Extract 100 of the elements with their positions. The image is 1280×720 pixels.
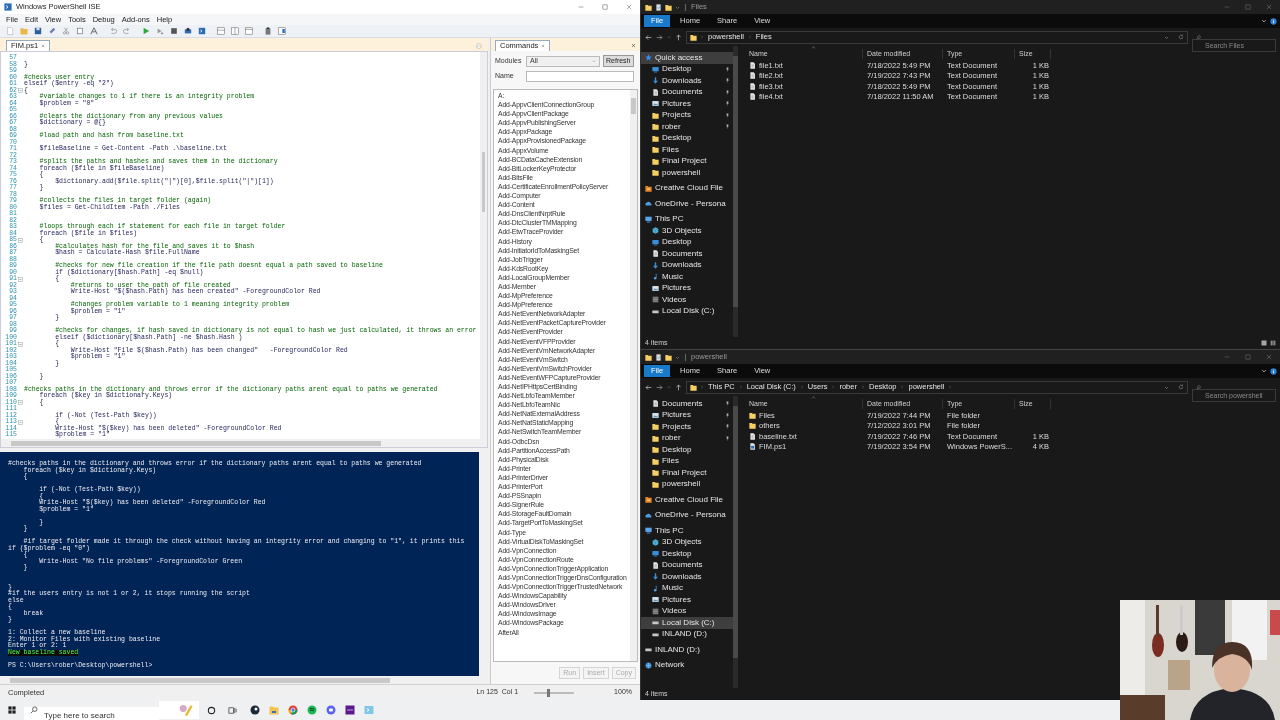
caret-icon[interactable] (1164, 384, 1169, 390)
nav-item[interactable]: INLAND (D:) (641, 628, 733, 640)
copy-icon[interactable] (76, 27, 84, 35)
details-view-icon[interactable] (1261, 340, 1267, 346)
nav-item[interactable]: Pictures (641, 594, 733, 606)
open-folder-icon[interactable] (20, 27, 28, 35)
close-icon[interactable] (1266, 4, 1272, 10)
nav-item[interactable]: Projects (641, 109, 733, 121)
nav-item[interactable]: Music (641, 582, 733, 594)
nav-item[interactable]: OneDrive - Persona (641, 509, 733, 521)
nav-item[interactable]: Desktop (641, 63, 733, 75)
nav-item[interactable]: Videos (641, 294, 733, 306)
collapse-icon[interactable] (18, 88, 23, 94)
collapse-icon[interactable] (18, 276, 23, 282)
nav-item[interactable]: Downloads (641, 571, 733, 583)
folder-icon[interactable] (645, 353, 652, 361)
nav-item[interactable]: Creative Cloud File (641, 182, 733, 194)
scrollbar[interactable] (733, 396, 738, 688)
nav-item[interactable]: Quick access (641, 52, 733, 64)
nav-item[interactable]: Local Disk (C:) (641, 617, 733, 629)
nav-item[interactable]: rober (641, 121, 733, 133)
scrollbar[interactable] (1, 439, 487, 447)
cut-icon[interactable] (62, 27, 70, 35)
zoom-slider[interactable] (534, 688, 575, 697)
nav-item[interactable]: Network (641, 659, 733, 671)
scrollbar[interactable] (733, 46, 738, 337)
taskbar-search-field[interactable]: Type here to search (24, 706, 159, 720)
run-selection-icon[interactable] (156, 27, 164, 35)
console-icon[interactable] (198, 27, 206, 35)
layout-icon[interactable] (231, 27, 239, 35)
brush-icon[interactable] (48, 27, 56, 35)
chevron-icon[interactable] (1261, 18, 1267, 24)
scrollbar[interactable] (0, 676, 488, 684)
collapse-icon[interactable] (18, 237, 23, 243)
run-icon[interactable] (142, 27, 150, 35)
scrollbar[interactable] (480, 52, 487, 439)
help-icon[interactable] (1270, 17, 1277, 25)
undo-icon[interactable] (109, 27, 117, 35)
back-arrow-icon[interactable] (645, 383, 652, 391)
remote-icon[interactable] (184, 27, 192, 35)
help-icon[interactable] (1270, 367, 1277, 375)
nav-item[interactable]: Pictures (641, 282, 733, 294)
panel-icon[interactable] (278, 27, 286, 35)
nav-item[interactable]: Pictures (641, 98, 733, 110)
folder-icon[interactable] (665, 3, 672, 11)
name-field[interactable] (526, 71, 634, 82)
nav-item[interactable]: Downloads (641, 259, 733, 271)
caret-icon[interactable] (1164, 34, 1169, 40)
nav-item[interactable]: Desktop (641, 548, 733, 560)
circle-icon[interactable] (207, 705, 216, 715)
chevron-icon[interactable] (1261, 368, 1267, 374)
nav-item[interactable]: rober (641, 432, 733, 444)
collapse-icon[interactable] (18, 419, 23, 425)
document-icon[interactable] (655, 353, 662, 361)
close-icon[interactable] (626, 4, 632, 10)
nav-item[interactable]: powershell (641, 167, 733, 179)
layout-icon[interactable] (217, 27, 225, 35)
task-view-icon[interactable] (228, 705, 237, 715)
tiles-view-icon[interactable] (1270, 340, 1276, 346)
close-icon[interactable] (631, 43, 636, 48)
nav-item[interactable]: Creative Cloud File (641, 494, 733, 506)
app-icon[interactable] (307, 705, 317, 715)
folder-icon[interactable] (665, 353, 672, 361)
caret-icon[interactable] (667, 35, 671, 39)
stop-icon[interactable] (170, 27, 178, 35)
close-icon[interactable] (1266, 354, 1272, 360)
app-icon[interactable] (345, 705, 355, 715)
save-icon[interactable] (34, 27, 42, 35)
scrollbar[interactable] (630, 90, 637, 661)
console-pane[interactable] (0, 452, 488, 684)
nav-item[interactable]: powershell (641, 478, 733, 490)
back-arrow-icon[interactable] (645, 33, 652, 41)
nav-item[interactable]: Files (641, 144, 733, 156)
nav-item[interactable]: Final Project (641, 467, 733, 479)
nav-item[interactable]: Pictures (641, 409, 733, 421)
layout-icon[interactable] (245, 27, 253, 35)
nav-item[interactable]: OneDrive - Persona (641, 198, 733, 210)
nav-item[interactable]: Documents (641, 86, 733, 98)
document-icon[interactable] (655, 3, 662, 11)
nav-item[interactable]: Local Disk (C:) (641, 305, 733, 317)
nav-item[interactable]: 3D Objects (641, 225, 733, 237)
nav-item[interactable]: Downloads (641, 75, 733, 87)
redo-icon[interactable] (123, 27, 131, 35)
folder-icon[interactable] (645, 3, 652, 11)
collapse-icon[interactable] (18, 341, 23, 347)
nav-item[interactable]: Desktop (641, 444, 733, 456)
caret-icon[interactable] (667, 385, 671, 389)
maximize-icon[interactable] (602, 4, 608, 10)
up-arrow-icon[interactable] (675, 33, 682, 41)
caret-icon[interactable] (675, 4, 680, 10)
sparkle-icon[interactable] (179, 703, 193, 717)
up-arrow-icon[interactable] (675, 383, 682, 391)
nav-item[interactable]: This PC (641, 525, 733, 537)
nav-item[interactable]: INLAND (D:) (641, 644, 733, 656)
nav-item[interactable]: Desktop (641, 236, 733, 248)
nav-item[interactable]: Documents (641, 248, 733, 260)
slider-thumb[interactable] (547, 688, 551, 697)
app-icon[interactable] (250, 705, 260, 715)
refresh-icon[interactable] (1178, 34, 1184, 40)
nav-item[interactable]: This PC (641, 213, 733, 225)
